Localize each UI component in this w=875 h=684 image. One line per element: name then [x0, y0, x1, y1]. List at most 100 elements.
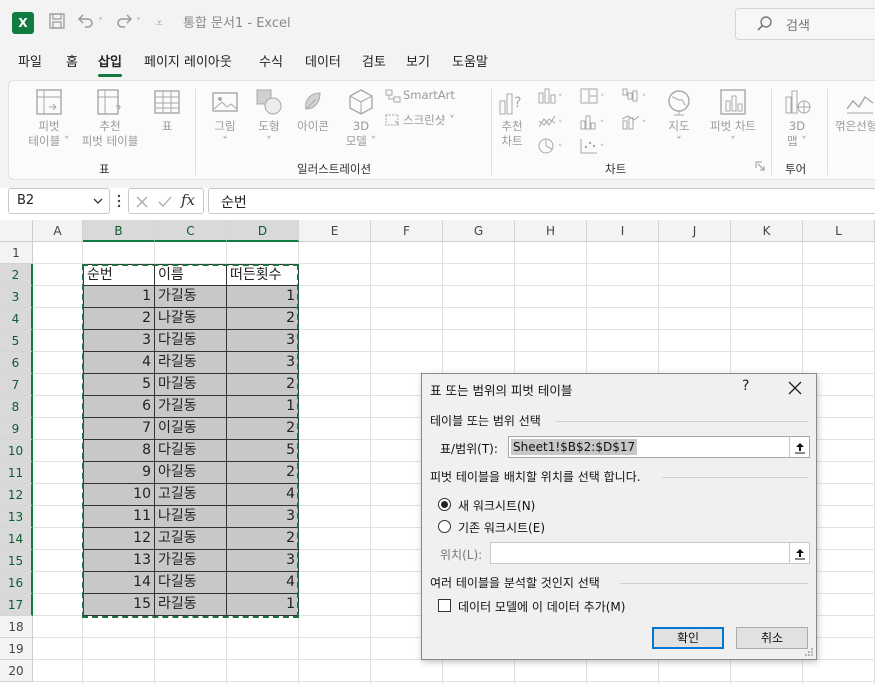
search-box[interactable]: 검색: [735, 8, 875, 40]
save-icon[interactable]: [48, 12, 66, 36]
cell-count[interactable]: 2: [227, 374, 299, 396]
existing-worksheet-radio[interactable]: [438, 520, 451, 533]
row-header-19[interactable]: 19: [0, 638, 33, 660]
tab-formulas[interactable]: 수식: [259, 54, 283, 72]
row-header-8[interactable]: 8: [0, 396, 33, 418]
pivot-chart-button[interactable]: 피벗 차트 ˅: [701, 87, 765, 149]
column-header-h[interactable]: H: [515, 220, 587, 242]
cell-name[interactable]: 이길동: [155, 418, 227, 440]
column-header-k[interactable]: K: [731, 220, 803, 242]
select-all-corner[interactable]: [0, 220, 33, 242]
screenshot-button[interactable]: 스크린샷 ˅: [403, 112, 455, 128]
new-worksheet-radio[interactable]: [438, 498, 451, 511]
cell-seq[interactable]: 10: [83, 484, 155, 506]
cell-count[interactable]: 3: [227, 506, 299, 528]
add-data-model-label[interactable]: 데이터 모델에 이 데이터 추가(M): [458, 598, 625, 615]
cell-seq[interactable]: 4: [83, 352, 155, 374]
cell-name[interactable]: 나길동: [155, 506, 227, 528]
row-header-6[interactable]: 6: [0, 352, 33, 374]
cell-count[interactable]: 4: [227, 484, 299, 506]
column-header-f[interactable]: F: [371, 220, 443, 242]
row-header-12[interactable]: 12: [0, 484, 33, 506]
row-header-18[interactable]: 18: [0, 616, 33, 638]
picture-button[interactable]: 그림 ˅: [205, 87, 245, 149]
existing-worksheet-label[interactable]: 기존 워크시트(E): [458, 519, 545, 536]
3d-map-button[interactable]: 3D 맵 ˅: [777, 87, 817, 149]
cell-name[interactable]: 고길동: [155, 528, 227, 550]
cell-count[interactable]: 3: [227, 330, 299, 352]
row-header-17[interactable]: 17: [0, 594, 33, 616]
header-cell[interactable]: 이름: [155, 264, 227, 286]
cell-count[interactable]: 1: [227, 396, 299, 418]
row-header-5[interactable]: 5: [0, 330, 33, 352]
cancel-x-icon[interactable]: [135, 195, 149, 209]
location-input[interactable]: [490, 542, 810, 564]
row-header-9[interactable]: 9: [0, 418, 33, 440]
add-data-model-checkbox[interactable]: [438, 599, 451, 612]
row-header-20[interactable]: 20: [0, 660, 33, 682]
sparkline-line-button[interactable]: 꺾은선형: [835, 87, 875, 134]
new-worksheet-label[interactable]: 새 워크시트(N): [458, 497, 535, 514]
tab-file[interactable]: 파일: [18, 54, 42, 72]
cell-count[interactable]: 2: [227, 308, 299, 330]
column-header-l[interactable]: L: [803, 220, 875, 242]
cell-name[interactable]: 라길동: [155, 352, 227, 374]
cell-name[interactable]: 가길동: [155, 396, 227, 418]
redo-dropdown-icon[interactable]: ˅: [136, 12, 141, 34]
line-chart-icon[interactable]: ˅: [537, 113, 567, 131]
tab-view[interactable]: 보기: [406, 54, 430, 72]
cell-count[interactable]: 3: [227, 352, 299, 374]
row-header-10[interactable]: 10: [0, 440, 33, 462]
row-header-2[interactable]: 2: [0, 264, 33, 286]
pie-chart-icon[interactable]: ˅: [537, 137, 567, 155]
cell-seq[interactable]: 15: [83, 594, 155, 616]
recommended-charts-button[interactable]: ? 추천 차트: [495, 87, 529, 149]
cell-seq[interactable]: 6: [83, 396, 155, 418]
help-button[interactable]: ?: [742, 378, 749, 394]
cell-seq[interactable]: 11: [83, 506, 155, 528]
cell-name[interactable]: 라길동: [155, 594, 227, 616]
cell-seq[interactable]: 1: [83, 286, 155, 308]
cell-seq[interactable]: 3: [83, 330, 155, 352]
column-header-j[interactable]: J: [659, 220, 731, 242]
pivot-table-button[interactable]: 피벗 테이블 ˅: [21, 87, 77, 149]
cell-count[interactable]: 3: [227, 550, 299, 572]
column-header-c[interactable]: C: [155, 220, 227, 242]
hierarchy-chart-icon[interactable]: ˅: [579, 87, 609, 105]
customize-qat-icon[interactable]: ⩡: [156, 12, 163, 34]
undo-dropdown-icon[interactable]: ˅: [98, 12, 103, 34]
maps-button[interactable]: 지도 ˅: [661, 87, 697, 149]
waterfall-chart-icon[interactable]: ˅: [621, 87, 651, 105]
row-header-4[interactable]: 4: [0, 308, 33, 330]
cell-seq[interactable]: 7: [83, 418, 155, 440]
row-header-13[interactable]: 13: [0, 506, 33, 528]
recommended-pivot-button[interactable]: ? 추천 피벗 테이블: [75, 87, 145, 149]
cell-seq[interactable]: 2: [83, 308, 155, 330]
ok-button[interactable]: 확인: [652, 627, 724, 649]
cell-count[interactable]: 4: [227, 572, 299, 594]
cell-seq[interactable]: 8: [83, 440, 155, 462]
location-collapse-button[interactable]: [789, 543, 809, 563]
icons-button[interactable]: 아이콘: [293, 87, 333, 134]
cell-count[interactable]: 2: [227, 462, 299, 484]
enter-check-icon[interactable]: [157, 195, 173, 209]
range-input[interactable]: Sheet1!$B$2:$D$17: [508, 436, 810, 458]
cell-name[interactable]: 다길동: [155, 440, 227, 462]
redo-icon[interactable]: [114, 12, 134, 36]
more-options-icon[interactable]: [116, 194, 122, 208]
cell-name[interactable]: 고길동: [155, 484, 227, 506]
smartart-button[interactable]: SmartArt: [403, 88, 455, 102]
chevron-down-icon[interactable]: [93, 196, 103, 206]
cell-count[interactable]: 1: [227, 594, 299, 616]
header-cell[interactable]: 순번: [83, 264, 155, 286]
row-header-3[interactable]: 3: [0, 286, 33, 308]
row-header-1[interactable]: 1: [0, 242, 33, 264]
range-collapse-button[interactable]: [789, 437, 809, 457]
charts-dialog-launcher-icon[interactable]: [755, 161, 765, 171]
insert-function-icon[interactable]: fx: [181, 191, 195, 209]
cell-count[interactable]: 1: [227, 286, 299, 308]
column-header-e[interactable]: E: [299, 220, 371, 242]
cell-seq[interactable]: 12: [83, 528, 155, 550]
scatter-chart-icon[interactable]: ˅: [579, 137, 609, 155]
cell-name[interactable]: 나갈동: [155, 308, 227, 330]
